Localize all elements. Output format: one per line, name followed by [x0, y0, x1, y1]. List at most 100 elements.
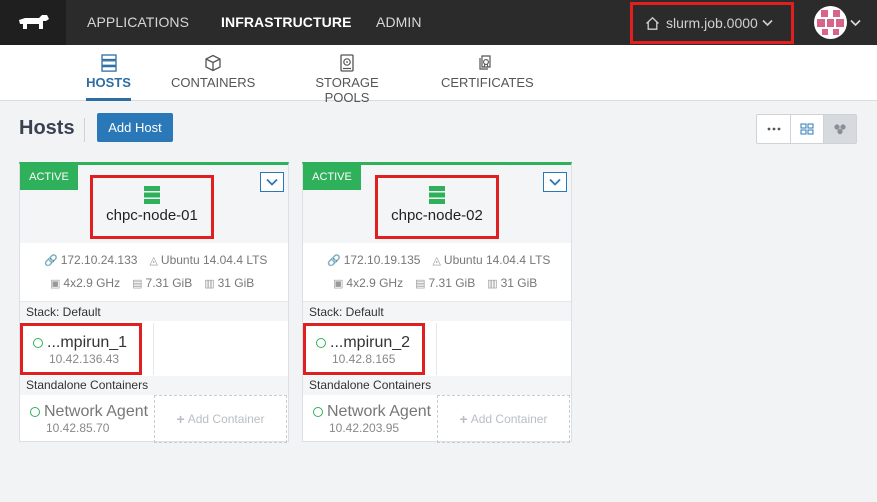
view-mode-toggle: [756, 114, 857, 144]
container-name: Network Agent: [327, 403, 432, 420]
container-ip: 10.42.136.43: [49, 352, 120, 366]
host-ip: 172.10.19.135: [343, 253, 421, 267]
linux-icon: ◬: [149, 254, 158, 267]
running-status-icon: [30, 407, 40, 417]
running-status-icon: [316, 338, 326, 348]
cluster-icon: [834, 124, 846, 135]
chevron-down-icon: [549, 178, 561, 186]
page-title: Hosts: [19, 117, 75, 139]
tab-certificates[interactable]: CERTIFICATES: [441, 53, 534, 101]
view-grid-button[interactable]: [790, 115, 823, 143]
cpu-icon: ▣: [333, 277, 344, 290]
link-icon: 🔗: [327, 254, 341, 267]
tab-storage-pools[interactable]: STORAGE POOLS: [294, 53, 400, 105]
standalone-containers-label: Standalone Containers: [20, 376, 288, 395]
plus-icon: +: [459, 411, 468, 427]
disk-icon: ▥: [487, 277, 498, 290]
server-icon: [429, 186, 445, 204]
cpu-icon: ▣: [50, 277, 61, 290]
network-agent-container[interactable]: Network Agent 10.42.203.95: [303, 395, 435, 443]
chevron-down-icon: [266, 178, 278, 186]
host-card-header: ACTIVE chpc-node-02: [303, 165, 571, 243]
stack-label[interactable]: Stack: Default: [303, 301, 571, 321]
running-status-icon: [33, 338, 43, 348]
container-name: ...mpirun_2: [330, 334, 411, 351]
host-name-highlight[interactable]: chpc-node-02: [375, 175, 499, 239]
host-actions-dropdown[interactable]: [543, 172, 567, 192]
stack-container[interactable]: ...mpirun_1 10.42.136.43: [20, 323, 142, 375]
host-memory: 7.31 GiB: [145, 276, 193, 290]
memory-icon: ▤: [415, 277, 426, 290]
nav-admin[interactable]: ADMIN: [376, 0, 422, 45]
status-badge: ACTIVE: [20, 165, 78, 190]
empty-slot: [436, 323, 571, 375]
host-actions-dropdown[interactable]: [260, 172, 284, 192]
host-os: Ubuntu 14.04.4 LTS: [443, 253, 551, 267]
more-dots-icon: [767, 127, 780, 131]
chevron-down-icon: [762, 19, 773, 27]
host-card-header: ACTIVE chpc-node-01: [20, 165, 288, 243]
network-agent-container[interactable]: Network Agent 10.42.85.70: [20, 395, 152, 443]
host-card: ACTIVE chpc-node-02 🔗 172.10.19.135 ◬ Ubun…: [302, 162, 572, 443]
add-container-button[interactable]: + Add Container: [154, 395, 287, 443]
environment-selector[interactable]: slurm.job.0000: [630, 2, 794, 44]
add-container-label: Add Container: [470, 412, 548, 426]
container-ip: 10.42.85.70: [46, 421, 110, 435]
status-badge: ACTIVE: [303, 165, 361, 190]
standalone-containers-label: Standalone Containers: [303, 376, 571, 395]
certificate-icon: [479, 55, 491, 70]
container-ip: 10.42.8.165: [332, 352, 396, 366]
empty-slot: [153, 323, 288, 375]
tab-hosts[interactable]: HOSTS: [86, 53, 131, 101]
container-name: ...mpirun_1: [47, 334, 128, 351]
tab-hosts-label: HOSTS: [86, 75, 131, 90]
infrastructure-subnav: HOSTS CONTAINERS STORAGE POOLS CERTIFICA…: [0, 45, 877, 105]
host-storage: 31 GiB: [217, 276, 255, 290]
host-memory: 7.31 GiB: [428, 276, 476, 290]
host-name-highlight[interactable]: chpc-node-01: [90, 175, 214, 239]
user-menu[interactable]: [814, 6, 861, 39]
grid-icon: [800, 123, 814, 135]
avatar: [814, 6, 847, 39]
server-icon: [144, 186, 160, 204]
plus-icon: +: [176, 411, 185, 427]
chevron-down-icon: [850, 19, 861, 26]
title-divider: [84, 118, 85, 142]
host-info: 🔗 172.10.24.133 ◬ Ubuntu 14.04.4 LTS ▣ 4x2.…: [20, 245, 288, 297]
add-host-button[interactable]: Add Host: [97, 113, 173, 142]
nav-infrastructure[interactable]: INFRASTRUCTURE: [221, 0, 352, 45]
disk-icon: ▥: [204, 277, 215, 290]
storage-icon: [340, 54, 354, 72]
container-box-icon: [205, 54, 221, 72]
view-dots-button[interactable]: [757, 115, 790, 143]
cow-logo-icon: [19, 14, 49, 29]
nav-applications[interactable]: APPLICATIONS: [87, 0, 189, 45]
rancher-logo[interactable]: [0, 0, 66, 45]
link-icon: 🔗: [44, 254, 58, 267]
running-status-icon: [313, 407, 323, 417]
host-os: Ubuntu 14.04.4 LTS: [160, 253, 268, 267]
environment-name: slurm.job.0000: [666, 15, 758, 31]
container-name: Network Agent: [44, 403, 149, 420]
host-name: chpc-node-01: [106, 207, 198, 224]
host-card: ACTIVE chpc-node-01 🔗 172.10.24.133 ◬ Ubun…: [19, 162, 289, 443]
linux-icon: ◬: [432, 254, 441, 267]
host-ip: 172.10.24.133: [60, 253, 138, 267]
container-ip: 10.42.203.95: [329, 421, 400, 435]
view-cluster-button[interactable]: [823, 115, 856, 143]
add-container-label: Add Container: [187, 412, 265, 426]
stack-label[interactable]: Stack: Default: [20, 301, 288, 321]
tab-certificates-label: CERTIFICATES: [441, 75, 534, 90]
host-cpu: 4x2.9 GHz: [346, 276, 404, 290]
top-navigation-bar: APPLICATIONS INFRASTRUCTURE ADMIN slurm.…: [0, 0, 877, 45]
memory-icon: ▤: [132, 277, 143, 290]
host-info: 🔗 172.10.19.135 ◬ Ubuntu 14.04.4 LTS ▣ 4x2.…: [303, 245, 571, 297]
add-container-button[interactable]: + Add Container: [437, 395, 570, 443]
host-cpu: 4x2.9 GHz: [63, 276, 121, 290]
tab-containers-label: CONTAINERS: [171, 75, 256, 90]
stack-container[interactable]: ...mpirun_2 10.42.8.165: [303, 323, 425, 375]
tab-containers[interactable]: CONTAINERS: [171, 53, 255, 101]
tab-storage-pools-label: STORAGE POOLS: [315, 75, 379, 105]
host-name: chpc-node-02: [391, 207, 483, 224]
hosts-icon: [100, 54, 117, 72]
